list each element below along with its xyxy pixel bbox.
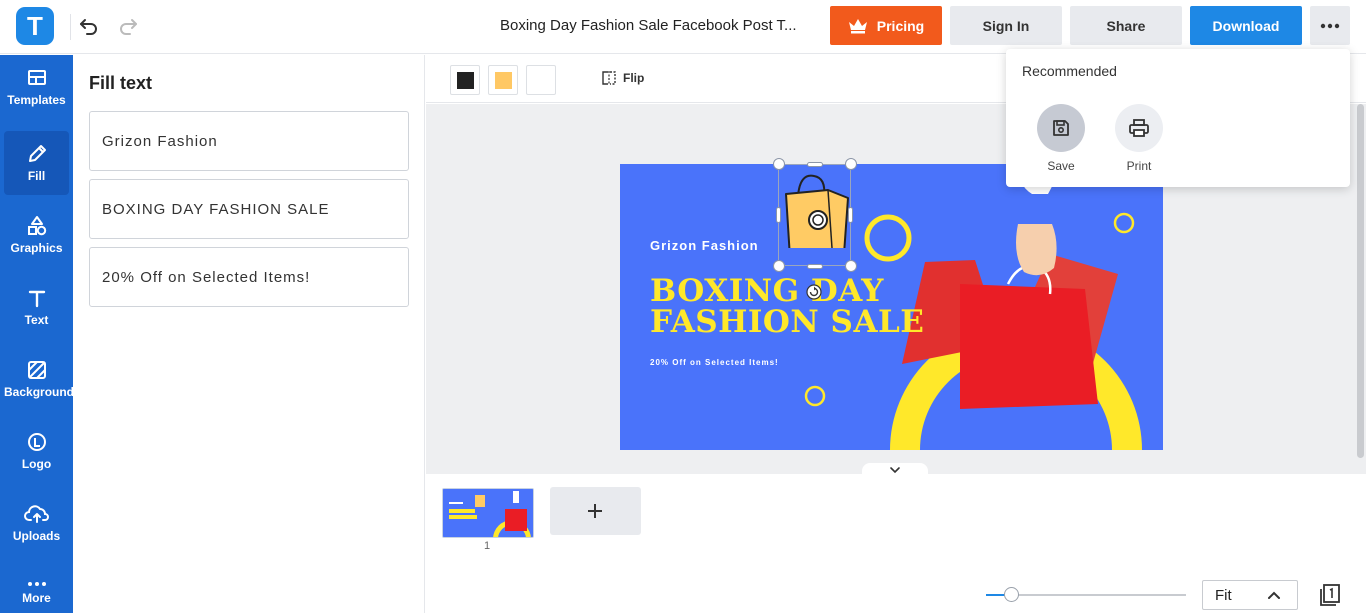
rail-label: Templates bbox=[7, 93, 66, 107]
flip-icon bbox=[602, 71, 616, 85]
templates-icon bbox=[27, 70, 46, 85]
more-options-button[interactable] bbox=[1310, 6, 1350, 45]
color-swatch-dark[interactable] bbox=[450, 65, 480, 95]
more-dots-icon bbox=[1320, 23, 1340, 28]
save-icon bbox=[1053, 120, 1069, 136]
resize-handle-right[interactable] bbox=[848, 207, 853, 223]
more-options-menu: Recommended Save Print bbox=[1006, 49, 1350, 187]
logo-icon bbox=[27, 433, 46, 451]
design-canvas[interactable]: Grizon Fashion BOXING DAY FASHION SALE 2… bbox=[620, 164, 1163, 450]
resize-handle-left[interactable] bbox=[776, 207, 781, 223]
chevron-down-icon bbox=[890, 467, 900, 474]
design-headline[interactable]: BOXING DAY FASHION SALE bbox=[650, 276, 924, 338]
headline-line-2: FASHION SALE bbox=[650, 304, 925, 340]
text-icon bbox=[28, 290, 45, 308]
ring-decoration-small bbox=[804, 385, 826, 407]
panel-title: Fill text bbox=[89, 73, 153, 93]
color-swatch-white[interactable] bbox=[526, 65, 556, 95]
resize-handle-bl[interactable] bbox=[773, 260, 785, 272]
rail-item-uploads[interactable]: Uploads bbox=[4, 503, 69, 567]
canvas-scrollbar[interactable] bbox=[1357, 104, 1364, 458]
pencil-icon bbox=[28, 145, 46, 162]
resize-handle-tl[interactable] bbox=[773, 158, 785, 170]
rail-item-fill[interactable]: Fill bbox=[4, 131, 69, 195]
rotate-icon[interactable] bbox=[806, 284, 822, 300]
more-dots-icon bbox=[27, 582, 46, 586]
menu-item-label: Print bbox=[1126, 159, 1152, 173]
swatch-fill bbox=[457, 72, 474, 89]
app-logo[interactable]: T bbox=[16, 7, 54, 45]
page-number: 1 bbox=[484, 540, 491, 552]
text-field-brand[interactable]: Grizon Fashion bbox=[89, 111, 409, 171]
swatch-fill bbox=[495, 72, 512, 89]
rail-label: Logo bbox=[21, 457, 52, 471]
resize-handle-tr[interactable] bbox=[845, 158, 857, 170]
share-button[interactable]: Share bbox=[1070, 6, 1182, 45]
add-page-button[interactable] bbox=[550, 487, 641, 535]
rail-label: Fill bbox=[27, 169, 46, 183]
redo-icon[interactable] bbox=[116, 14, 140, 38]
print-icon bbox=[1129, 119, 1149, 137]
resize-handle-top[interactable] bbox=[807, 162, 823, 167]
top-bar: T Boxing Day Fashion Sale Facebook Post … bbox=[0, 0, 1366, 54]
rail-label: Background bbox=[4, 385, 75, 399]
flip-button[interactable]: Flip bbox=[601, 70, 644, 86]
flip-label: Flip bbox=[623, 71, 645, 85]
plus-icon bbox=[588, 504, 602, 518]
rail-label: More bbox=[22, 591, 51, 605]
print-icon-wrap bbox=[1115, 104, 1163, 152]
design-brand-text[interactable]: Grizon Fashion bbox=[650, 238, 759, 253]
swatch-fill bbox=[533, 72, 550, 89]
page-thumbnail[interactable] bbox=[442, 488, 534, 538]
pricing-button[interactable]: Pricing bbox=[830, 6, 942, 45]
shopping-bag-front bbox=[960, 284, 1098, 409]
zoom-value: Fit bbox=[1215, 586, 1232, 604]
ring-decoration-small bbox=[1113, 212, 1135, 234]
divider bbox=[70, 14, 71, 40]
menu-title: Recommended bbox=[1022, 63, 1117, 79]
design-subtext[interactable]: 20% Off on Selected Items! bbox=[650, 358, 779, 367]
rail-item-more[interactable]: More bbox=[4, 579, 69, 613]
menu-item-save[interactable]: Save bbox=[1036, 104, 1086, 173]
rail-item-background[interactable]: Background bbox=[4, 359, 75, 423]
rail-item-templates[interactable]: Templates bbox=[4, 67, 69, 131]
fill-text-panel: Fill text Grizon Fashion BOXING DAY FASH… bbox=[73, 55, 425, 613]
shapes-icon bbox=[27, 216, 46, 236]
pages-count-icon[interactable] bbox=[1318, 583, 1342, 607]
crown-icon bbox=[848, 18, 867, 33]
zoom-select[interactable]: Fit bbox=[1202, 580, 1298, 610]
chevron-up-icon bbox=[1268, 591, 1280, 599]
menu-item-label: Save bbox=[1047, 159, 1075, 173]
thumbnail-preview bbox=[443, 489, 533, 537]
text-field-headline[interactable]: BOXING DAY FASHION SALE bbox=[89, 179, 409, 239]
left-rail: Templates Fill Graphics Text Background … bbox=[0, 55, 75, 613]
menu-item-print[interactable]: Print bbox=[1114, 104, 1164, 173]
rail-item-logo[interactable]: Logo bbox=[4, 431, 69, 495]
save-icon-wrap bbox=[1037, 104, 1085, 152]
rail-item-text[interactable]: Text bbox=[4, 287, 69, 351]
editor-app: T Boxing Day Fashion Sale Facebook Post … bbox=[0, 0, 1366, 613]
ring-decoration bbox=[864, 214, 912, 262]
rail-label: Uploads bbox=[12, 529, 61, 543]
background-icon bbox=[27, 361, 46, 379]
sign-in-button[interactable]: Sign In bbox=[950, 6, 1062, 45]
resize-handle-bottom[interactable] bbox=[807, 264, 823, 269]
rail-label: Graphics bbox=[10, 241, 63, 255]
download-button[interactable]: Download bbox=[1190, 6, 1302, 45]
color-swatch-yellow[interactable] bbox=[488, 65, 518, 95]
resize-handle-br[interactable] bbox=[845, 260, 857, 272]
pricing-label: Pricing bbox=[876, 17, 925, 34]
rail-label: Text bbox=[24, 313, 49, 327]
upload-cloud-icon bbox=[23, 505, 49, 523]
expand-pages-button[interactable] bbox=[862, 463, 928, 477]
text-field-subtext[interactable]: 20% Off on Selected Items! bbox=[89, 247, 409, 307]
zoom-slider-knob[interactable] bbox=[1004, 587, 1019, 602]
undo-icon[interactable] bbox=[77, 14, 101, 38]
rail-item-graphics[interactable]: Graphics bbox=[4, 215, 69, 279]
document-title[interactable]: Boxing Day Fashion Sale Facebook Post T.… bbox=[500, 17, 810, 34]
selection-box bbox=[778, 164, 851, 266]
headline-line-1: BOXING DAY bbox=[650, 273, 884, 309]
hand bbox=[1016, 224, 1057, 276]
